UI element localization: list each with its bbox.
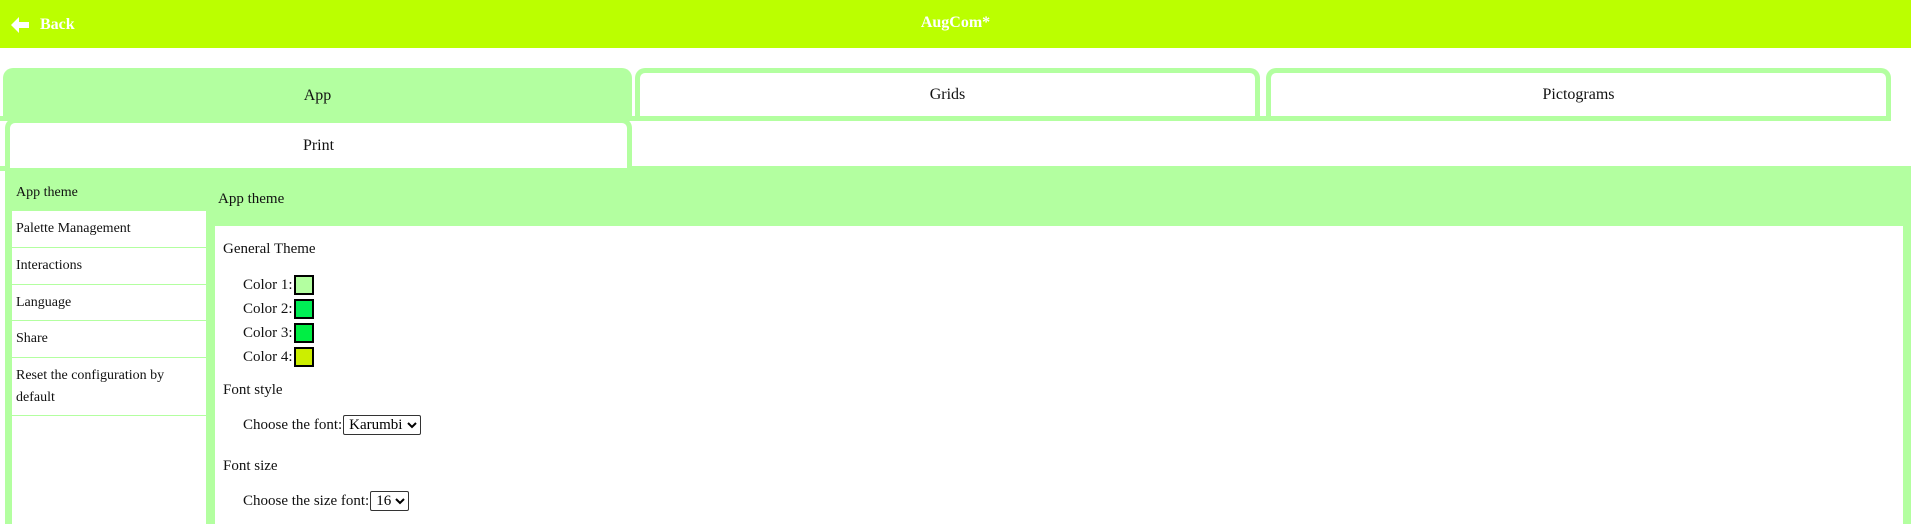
sidebar-item-reset-configuration[interactable]: Reset the configuration by default [12, 358, 206, 416]
font-size-label: Choose the size font: [243, 492, 370, 509]
color-row-4: Color 4: [243, 346, 314, 368]
app-title-text: AugCom [920, 14, 983, 31]
tab-print[interactable]: Print [5, 118, 632, 168]
color-row-3: Color 3: [243, 322, 314, 344]
color-label: Color 1: [243, 276, 293, 293]
sidebar-item-language[interactable]: Language [12, 285, 206, 321]
general-theme-title: General Theme [223, 241, 316, 257]
tab-label: Print [302, 136, 335, 154]
tab-grids[interactable]: Grids [635, 68, 1260, 116]
sidebar-item-interactions[interactable]: Interactions [12, 248, 206, 285]
tab-pictograms[interactable]: Pictograms [1266, 68, 1891, 116]
sidebar-item-share[interactable]: Share [12, 321, 206, 358]
color-swatch-4[interactable] [293, 347, 314, 367]
tab-label: App [303, 86, 332, 104]
sidebar-item-palette-management[interactable]: Palette Management [12, 211, 206, 248]
color-label: Color 4: [243, 348, 293, 365]
content-header: App theme [211, 176, 1911, 222]
sidebar-item-label: Palette Management [16, 221, 131, 236]
modified-marker: * [982, 14, 991, 31]
font-size-select[interactable]: 16 [370, 491, 410, 511]
tab-label: Pictograms [1542, 85, 1615, 103]
content-body: General Theme Color 1: Color 2: Color 3:… [215, 226, 1903, 524]
color-swatch-2[interactable] [293, 299, 314, 319]
sidebar-item-label: Reset the configuration by default [16, 367, 165, 405]
sidebar-item-label: App theme [16, 185, 78, 200]
color-row-1: Color 1: [243, 274, 314, 296]
color-swatch-1[interactable] [293, 275, 314, 295]
font-style-row: Choose the font: Karumbi [243, 414, 422, 436]
sidebar-item-label: Language [16, 294, 72, 310]
tab-app[interactable]: App [3, 68, 632, 118]
app-title: AugCom* [0, 14, 1911, 32]
font-style-label: Choose the font: [243, 416, 343, 433]
settings-sidebar: App theme Palette Management Interaction… [12, 176, 206, 524]
sidebar-item-label: Share [16, 331, 48, 346]
font-size-row: Choose the size font: 16 [243, 490, 410, 512]
color-label: Color 2: [243, 300, 293, 317]
sidebar-item-app-theme[interactable]: App theme [12, 176, 206, 211]
top-bar: Back AugCom* [0, 0, 1911, 48]
color-swatch-3[interactable] [293, 323, 314, 343]
content-title: App theme [218, 190, 285, 207]
font-style-title: Font style [223, 382, 283, 398]
font-size-title: Font size [223, 458, 278, 474]
font-select[interactable]: Karumbi [343, 415, 422, 435]
sidebar-item-label: Interactions [16, 258, 83, 273]
color-label: Color 3: [243, 324, 293, 341]
tab-label: Grids [929, 85, 966, 103]
color-row-2: Color 2: [243, 298, 314, 320]
